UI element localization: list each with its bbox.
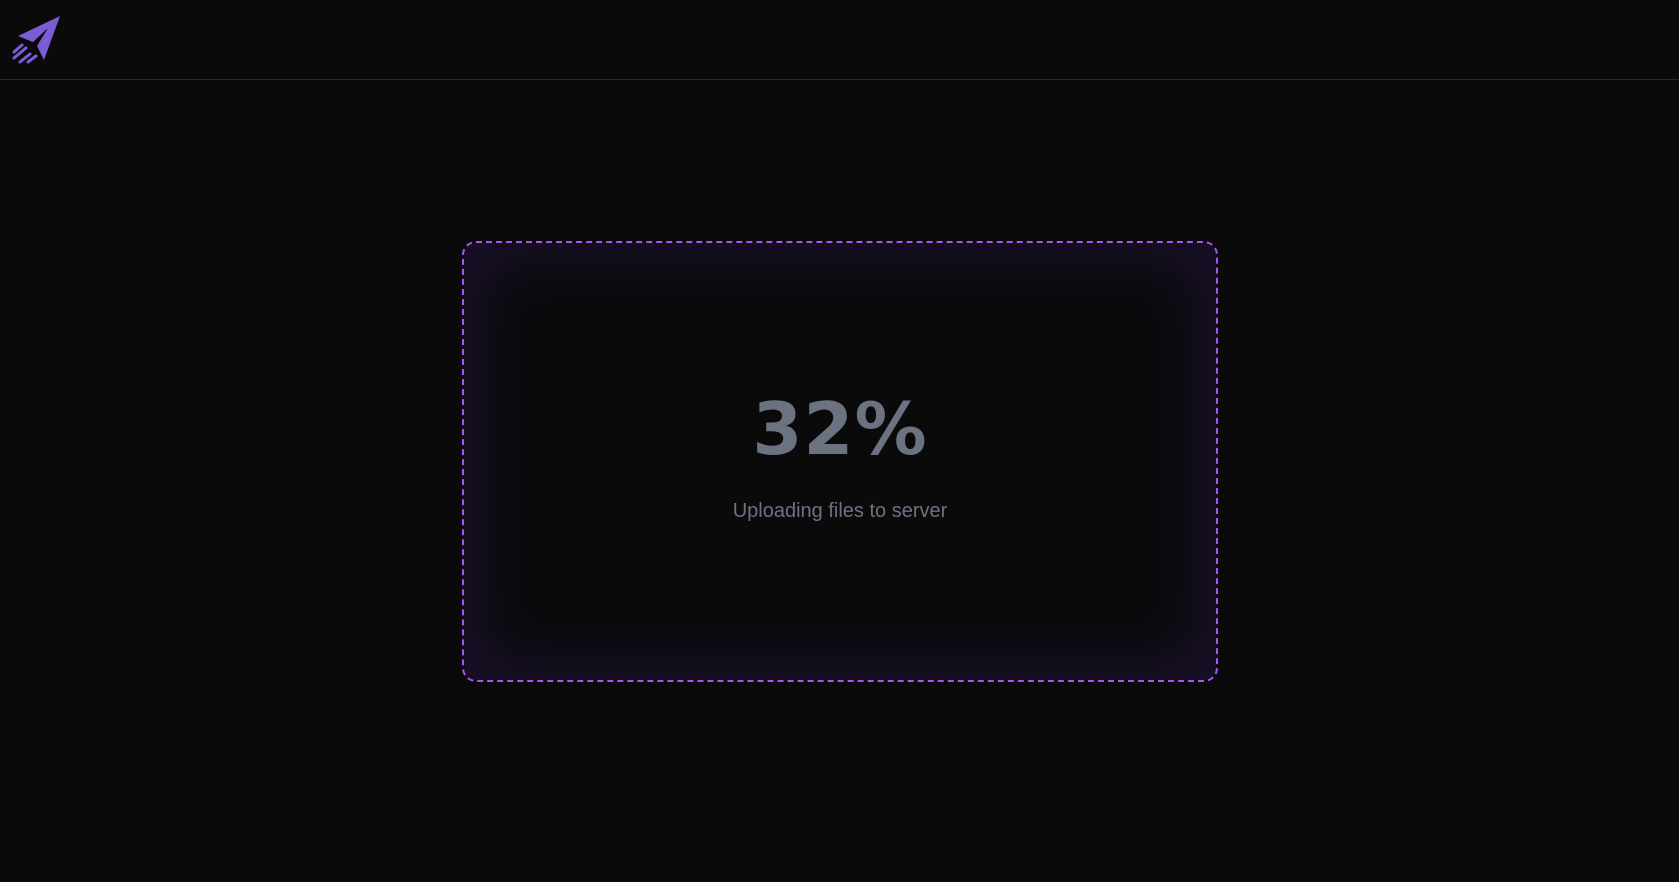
upload-progress-percent: 32% bbox=[752, 387, 928, 471]
upload-dropzone[interactable]: 32% Uploading files to server bbox=[462, 241, 1218, 682]
top-bar bbox=[0, 0, 1679, 80]
app-window: 32% Uploading files to server bbox=[0, 0, 1679, 882]
paper-plane-icon[interactable] bbox=[10, 14, 62, 64]
upload-status-text: Uploading files to server bbox=[732, 500, 948, 522]
